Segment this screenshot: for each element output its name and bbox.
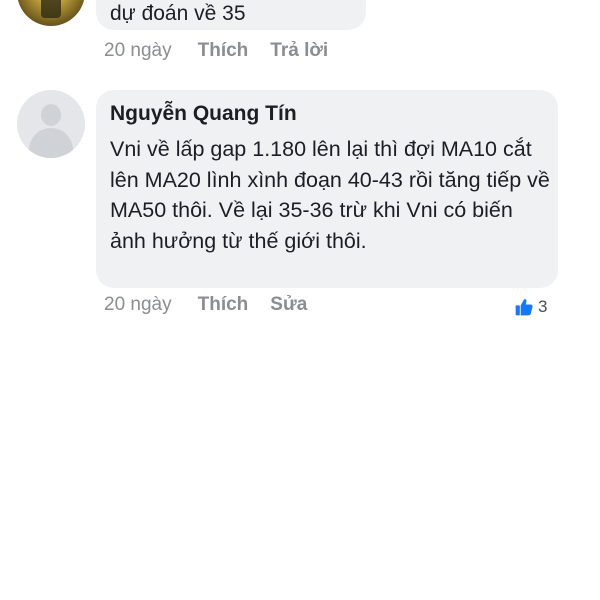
comment-author[interactable]: Nguyễn Quang Tín: [110, 102, 297, 126]
avatar-figure: [41, 0, 61, 18]
comment-meta: 20 ngày Thích Sửa: [104, 294, 329, 316]
reply-button[interactable]: Trả lời: [270, 40, 328, 62]
reaction-count: 3: [538, 297, 548, 316]
comments-page: dự đoán về 35 20 ngày Thích Trả lời Nguy…: [0, 0, 600, 600]
comment-text: Vni về lấp gap 1.180 lên lại thì đợi MA1…: [110, 137, 550, 253]
thumbs-up-icon: [515, 299, 533, 316]
like-button[interactable]: Thích: [198, 40, 249, 62]
like-button[interactable]: Thích: [198, 294, 249, 316]
comment-text: dự đoán về 35: [110, 2, 246, 25]
commenter-avatar-default[interactable]: [17, 90, 85, 158]
edit-button[interactable]: Sửa: [270, 294, 307, 316]
avatar-body-silhouette: [29, 128, 73, 158]
comment-bubble: dự đoán về 35: [96, 0, 366, 30]
commenter-avatar[interactable]: [17, 0, 85, 26]
avatar-head-silhouette: [41, 104, 61, 126]
comment-time: 20 ngày: [104, 294, 172, 315]
comment-time: 20 ngày: [104, 40, 172, 61]
comment-meta: 20 ngày Thích Trả lời: [104, 40, 350, 62]
reaction-summary[interactable]: 3: [514, 297, 547, 317]
comment-bubble: Nguyễn Quang Tín Vni về lấp gap 1.180 lê…: [96, 90, 558, 288]
